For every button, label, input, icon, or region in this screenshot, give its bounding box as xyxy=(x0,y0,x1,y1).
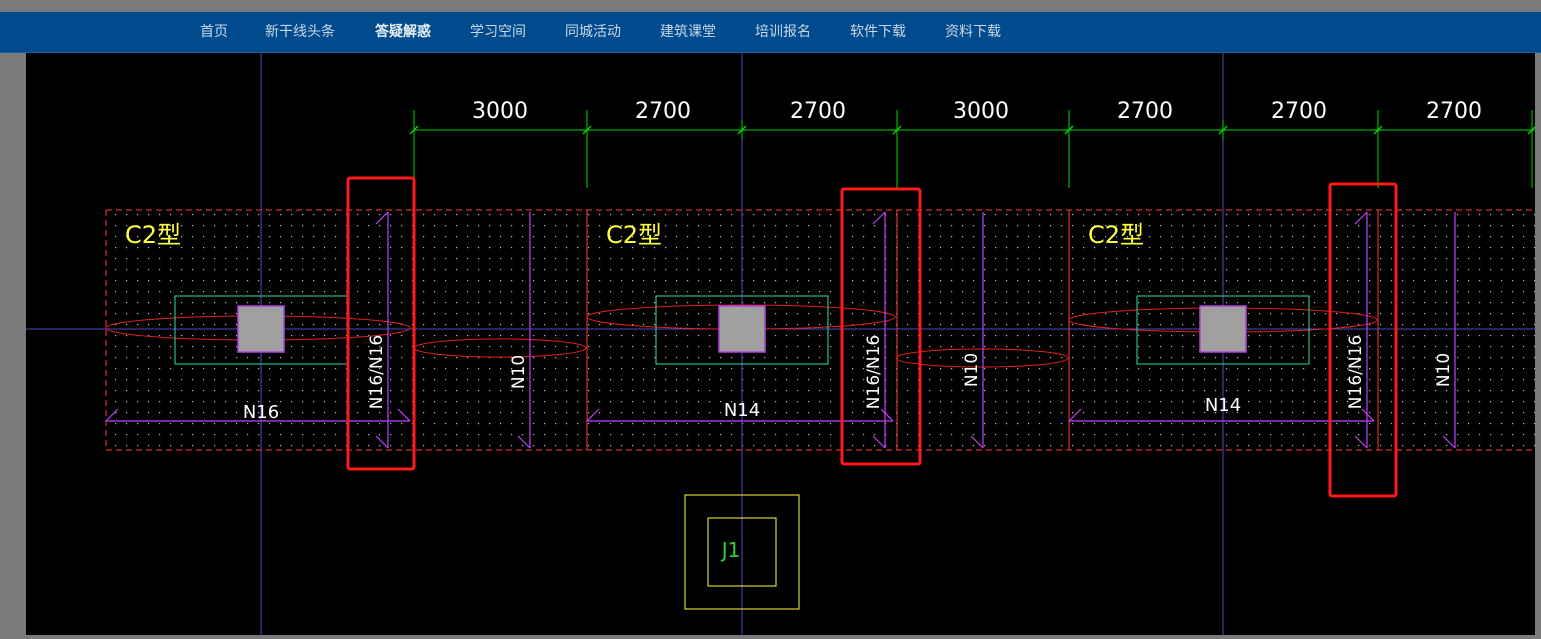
dimension-text: 3000 xyxy=(953,99,1009,124)
cad-drawing-image: 3000 2700 2700 3000 2700 2700 2700 C2型 C… xyxy=(26,53,1537,635)
nav-item-software-download[interactable]: 软件下载 xyxy=(850,12,906,52)
rebar-label: N10 xyxy=(509,355,529,389)
dimension-text: 3000 xyxy=(472,99,528,124)
dimension-line xyxy=(409,110,1537,210)
footing-label: J1 xyxy=(720,538,741,562)
rebar-label: N16/N16 xyxy=(367,335,387,409)
cad-drawing-svg: 3000 2700 2700 3000 2700 2700 2700 C2型 C… xyxy=(26,53,1537,635)
rebar-label: N10 xyxy=(962,353,982,387)
left-margin xyxy=(0,53,26,635)
rebar-label: N10 xyxy=(1434,353,1454,387)
right-margin xyxy=(1535,53,1541,635)
nav-item-learning-space[interactable]: 学习空间 xyxy=(470,12,526,52)
site-navigation-bar: 首页 新干线头条 答疑解惑 学习空间 同城活动 建筑课堂 培训报名 软件下载 资… xyxy=(0,12,1541,53)
browser-top-strip xyxy=(0,0,1541,12)
dimension-text: 2700 xyxy=(790,99,846,124)
nav-item-home[interactable]: 首页 xyxy=(200,12,228,52)
slab-type-label: C2型 xyxy=(1088,221,1144,249)
rebar-label: N16/N16 xyxy=(1346,335,1366,409)
dimension-text: 2700 xyxy=(1271,99,1327,124)
dimension-text: 2700 xyxy=(635,99,691,124)
slab-type-label: C2型 xyxy=(125,221,181,249)
nav-item-local-events[interactable]: 同城活动 xyxy=(565,12,621,52)
dimension-text: 2700 xyxy=(1426,99,1482,124)
nav-item-headlines[interactable]: 新干线头条 xyxy=(265,12,335,52)
nav-item-building-class[interactable]: 建筑课堂 xyxy=(660,12,716,52)
slab-hatch xyxy=(106,210,1535,450)
rebar-label: N14 xyxy=(1205,395,1241,416)
rebar-label: N16/N16 xyxy=(864,335,884,409)
slab-type-label: C2型 xyxy=(606,221,662,249)
nav-item-qa[interactable]: 答疑解惑 xyxy=(375,12,431,52)
dimension-texts: 3000 2700 2700 3000 2700 2700 2700 xyxy=(472,99,1482,124)
nav-item-materials-download[interactable]: 资料下载 xyxy=(945,12,1001,52)
dimension-text: 2700 xyxy=(1117,99,1173,124)
nav-item-training-signup[interactable]: 培训报名 xyxy=(755,12,811,52)
rebar-label: N14 xyxy=(724,400,760,421)
rebar-label: N16 xyxy=(243,402,279,423)
